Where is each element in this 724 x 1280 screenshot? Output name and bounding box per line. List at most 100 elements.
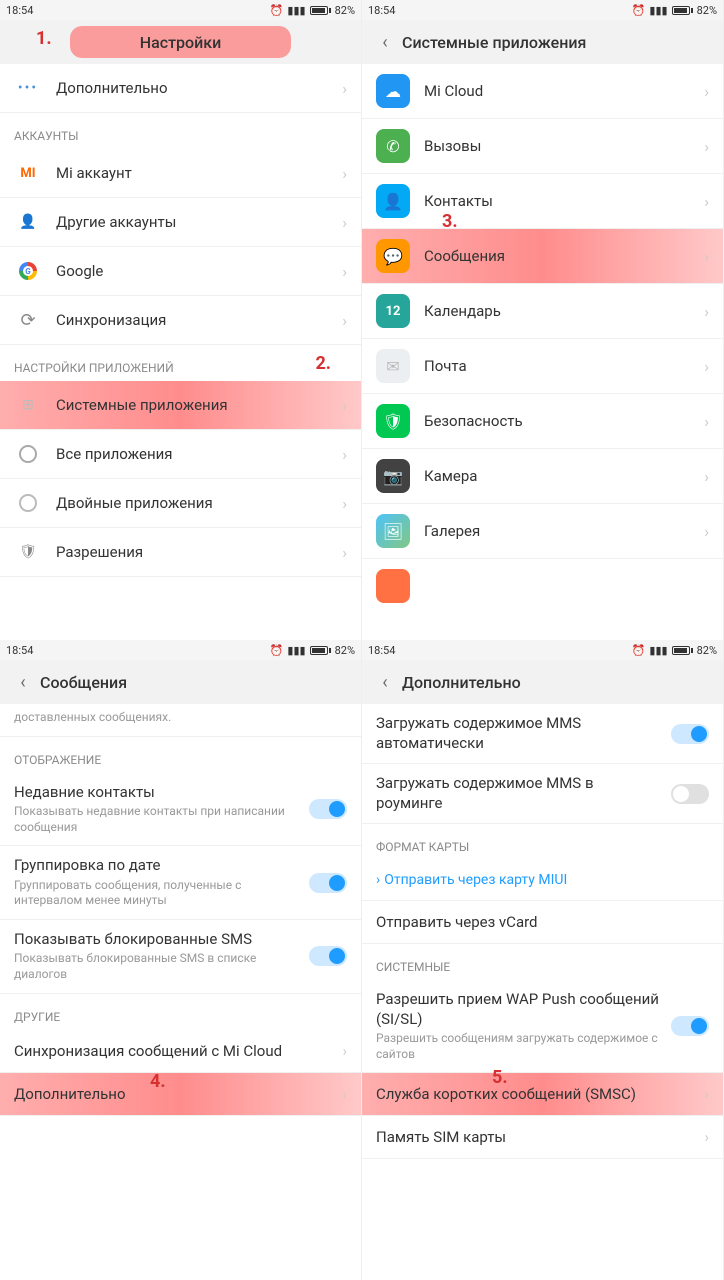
google-icon: G: [14, 257, 42, 285]
row-mms-roaming[interactable]: Загружать содержимое MMS в роуминге: [362, 764, 723, 824]
setting-subtitle: Группировать сообщения, полученные с инт…: [14, 878, 301, 909]
setting-subtitle: Показывать блокированные SMS в списке ди…: [14, 951, 301, 982]
row-label: Отправить через vCard: [376, 913, 538, 931]
circle-icon: [14, 440, 42, 468]
section-app-settings: НАСТРОЙКИ ПРИЛОЖЕНИЙ 2.: [0, 345, 361, 381]
back-button[interactable]: ‹: [374, 32, 396, 53]
chevron-right-icon: ›: [704, 357, 709, 376]
toggle-blocked[interactable]: [309, 946, 347, 966]
annotation-3: 3.: [442, 211, 458, 232]
setting-title: Группировка по дате: [14, 856, 301, 876]
annotation-4: 4.: [150, 1071, 166, 1092]
chevron-right-icon: ›: [704, 522, 709, 541]
section-display: ОТОБРАЖЕНИЕ: [0, 737, 361, 773]
row-label: Двойные приложения: [56, 494, 342, 512]
row-calls[interactable]: ✆ Вызовы ›: [362, 119, 723, 174]
row-recent-contacts[interactable]: Недавние контакты Показывать недавние ко…: [0, 773, 361, 847]
header-system-apps: ‹ Системные приложения: [362, 20, 723, 64]
panel-system-apps: 18:54 ⏰ ▮▮▮ 82% ‹ Системные приложения ☁…: [362, 0, 724, 640]
calendar-icon: 12: [376, 294, 410, 328]
row-mail[interactable]: ✉ Почта ›: [362, 339, 723, 394]
row-more[interactable]: ••• Дополнительно ›: [0, 64, 361, 113]
header-title: Сообщения: [40, 673, 127, 692]
row-label: Сообщения: [424, 247, 704, 265]
chevron-right-icon: ›: [704, 1128, 709, 1146]
row-wap-push[interactable]: Разрешить прием WAP Push сообщений (SI/S…: [362, 980, 723, 1073]
row-google[interactable]: G Google ›: [0, 247, 361, 296]
toggle-wap[interactable]: [671, 1016, 709, 1036]
toggle-mms-roaming[interactable]: [671, 784, 709, 804]
row-label: Галерея: [424, 522, 704, 540]
status-time: 18:54: [368, 644, 395, 657]
row-sync[interactable]: ⟳ Синхронизация ›: [0, 296, 361, 345]
row-group-date[interactable]: Группировка по дате Группировать сообщен…: [0, 846, 361, 920]
row-contacts[interactable]: 👤 Контакты ›: [362, 174, 723, 229]
row-send-miui[interactable]: ›Отправить через карту MIUI: [362, 860, 723, 901]
partial-icon: [376, 569, 410, 603]
row-label: Синхронизация: [56, 311, 342, 329]
battery-percent: 82%: [697, 4, 717, 17]
user-icon: 👤: [14, 208, 42, 236]
row-smsc[interactable]: Служба коротких сообщений (SMSC) ›: [362, 1073, 723, 1116]
setting-title: Загружать содержимое MMS в роуминге: [376, 774, 663, 813]
row-other-accounts[interactable]: 👤 Другие аккаунты ›: [0, 198, 361, 247]
status-bar: 18:54 ⏰ ▮▮▮ 82%: [0, 0, 361, 20]
row-camera[interactable]: 📷 Камера ›: [362, 449, 723, 504]
row-mms-auto[interactable]: Загружать содержимое MMS автоматически: [362, 704, 723, 764]
section-accounts: АККАУНТЫ: [0, 113, 361, 149]
row-mi-account[interactable]: MI Mi аккаунт ›: [0, 149, 361, 198]
chevron-right-icon: ›: [342, 213, 347, 232]
security-icon: 🛡: [376, 404, 410, 438]
gallery-icon: 🖼: [376, 514, 410, 548]
row-sync-micloud[interactable]: Синхронизация сообщений с Mi Cloud ›: [0, 1030, 361, 1073]
row-send-vcard[interactable]: Отправить через vCard: [362, 901, 723, 944]
chevron-right-icon: ›: [704, 1085, 709, 1103]
back-button[interactable]: ‹: [12, 672, 34, 693]
annotation-5: 5.: [492, 1067, 508, 1088]
battery-percent: 82%: [335, 644, 355, 657]
annotation-2: 2.: [315, 353, 331, 374]
row-all-apps[interactable]: Все приложения ›: [0, 430, 361, 479]
header-title: Настройки: [140, 33, 221, 52]
setting-title: Загружать содержимое MMS автоматически: [376, 714, 663, 753]
toggle-group[interactable]: [309, 873, 347, 893]
row-label: Mi Cloud: [424, 82, 704, 100]
battery-icon: [672, 646, 693, 655]
chevron-right-icon: ›: [704, 137, 709, 156]
phone-icon: ✆: [376, 129, 410, 163]
status-time: 18:54: [6, 4, 33, 17]
chevron-right-icon: ›: [342, 311, 347, 330]
partial-subtitle: доставленных сообщениях.: [0, 706, 361, 737]
dual-icon: [14, 489, 42, 517]
row-dual-apps[interactable]: Двойные приложения ›: [0, 479, 361, 528]
row-security[interactable]: 🛡 Безопасность ›: [362, 394, 723, 449]
section-other: ДРУГИЕ: [0, 994, 361, 1030]
row-messages[interactable]: 💬 Сообщения ›: [362, 229, 723, 284]
row-system-apps[interactable]: ⊞ Системные приложения ›: [0, 381, 361, 430]
alarm-icon: ⏰: [632, 4, 646, 17]
back-button[interactable]: ‹: [374, 672, 396, 693]
chevron-right-icon: ›: [704, 302, 709, 321]
setting-title: Показывать блокированные SMS: [14, 930, 301, 950]
cloud-icon: ☁: [376, 74, 410, 108]
row-label: Системные приложения: [56, 396, 342, 414]
row-micloud[interactable]: ☁ Mi Cloud ›: [362, 64, 723, 119]
row-partial[interactable]: [362, 559, 723, 613]
mi-icon: MI: [14, 159, 42, 187]
row-label: Безопасность: [424, 412, 704, 430]
chevron-right-icon: ›: [704, 467, 709, 486]
battery-icon: [310, 6, 331, 15]
toggle-recent[interactable]: [309, 799, 347, 819]
row-calendar[interactable]: 12 Календарь ›: [362, 284, 723, 339]
row-permissions[interactable]: 🛡 Разрешения ›: [0, 528, 361, 577]
chevron-right-icon: ›: [342, 543, 347, 562]
row-gallery[interactable]: 🖼 Галерея ›: [362, 504, 723, 559]
chevron-right-icon: ›: [342, 494, 347, 513]
row-blocked-sms[interactable]: Показывать блокированные SMS Показывать …: [0, 920, 361, 994]
row-sim-memory[interactable]: Память SIM карты ›: [362, 1116, 723, 1159]
row-additional[interactable]: Дополнительно ›: [0, 1073, 361, 1116]
signal-icon: ▮▮▮: [287, 644, 305, 657]
status-bar: 18:54 ⏰ ▮▮▮ 82%: [362, 0, 723, 20]
toggle-mms-auto[interactable]: [671, 724, 709, 744]
header-additional: ‹ Дополнительно: [362, 660, 723, 704]
